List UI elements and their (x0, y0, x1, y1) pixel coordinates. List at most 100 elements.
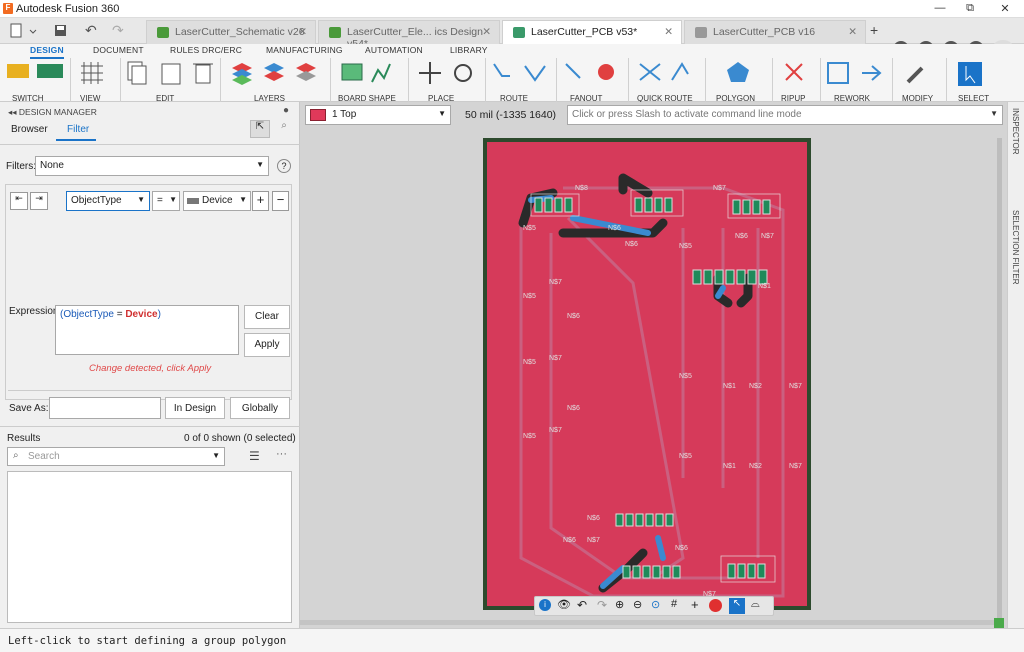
close-tab-icon[interactable]: ✕ (298, 26, 307, 38)
zoom-in-icon[interactable]: ⊕ (615, 598, 624, 611)
redo-view-icon[interactable]: ↷ (597, 598, 607, 612)
expression-box[interactable]: (ObjectType = Device) (55, 305, 239, 355)
grid-toggle-icon[interactable]: # (671, 598, 677, 610)
save-globally-button[interactable]: Globally (230, 397, 290, 419)
pcb-board[interactable]: N$8 N$7 N$6 N$5 N$5 N$7 N$6 N$7 N$5 N$7 … (483, 138, 811, 610)
ribbon-tab-automation[interactable]: AUTOMATION (365, 45, 423, 55)
ribbon-tab-manufacturing[interactable]: MANUFACTURING (266, 45, 343, 55)
filters-value: None (40, 160, 64, 171)
help-circle-icon[interactable]: ? (277, 159, 291, 173)
layer-color-swatch (310, 109, 326, 121)
add-rule-button[interactable]: + (252, 191, 269, 211)
net-label: N$6 (563, 537, 576, 544)
save-icon[interactable] (52, 22, 70, 40)
vertical-scrollbar[interactable] (997, 138, 1002, 618)
route-icon (493, 63, 546, 82)
quick-route-icon (639, 62, 689, 81)
file-menu-icon[interactable] (6, 22, 46, 40)
rule-value-select[interactable]: Device ▼ (183, 191, 251, 211)
select-mode-icon[interactable]: ↖ (729, 598, 745, 614)
apply-button[interactable]: Apply (244, 333, 290, 357)
tab-pcb-active[interactable]: LaserCutter_PCB v53* ✕ (502, 20, 682, 44)
restore-icon[interactable]: ⧉ (960, 2, 980, 15)
tab-browser[interactable]: Browser (11, 124, 48, 135)
stop-icon[interactable] (709, 599, 722, 612)
net-label: N$6 (675, 545, 688, 552)
select-filter-icon[interactable]: ⇱ (250, 120, 270, 138)
net-label: N$7 (761, 233, 774, 240)
active-tab-underline (56, 139, 96, 141)
ripup-icon (785, 63, 803, 81)
net-label: N$6 (735, 233, 748, 240)
more-options-icon[interactable]: ··· (276, 448, 287, 460)
lasso-icon[interactable]: ⌓ (751, 598, 760, 611)
minimize-icon[interactable]: — (930, 2, 950, 14)
tab-electronics-design[interactable]: LaserCutter_Ele... ics Design v54* ✕ (318, 20, 500, 50)
undo-view-icon[interactable]: ↶ (577, 598, 587, 612)
panel-pin-icon[interactable]: ● (283, 105, 289, 116)
delete-icon (193, 63, 213, 84)
eye-icon[interactable]: 👁 (557, 598, 571, 611)
tab-pcb-v16[interactable]: LaserCutter_PCB v16 ✕ (684, 20, 866, 44)
chevron-down-icon: ▼ (137, 195, 145, 204)
close-tab-icon[interactable]: ✕ (664, 26, 673, 38)
indent-left-icon[interactable]: ⇤ (10, 192, 28, 210)
zoom-fit-icon[interactable]: ⊙ (651, 598, 660, 611)
rule-field-select[interactable]: ObjectType ▼ (66, 191, 150, 211)
close-window-icon[interactable]: ✕ (995, 2, 1015, 15)
ribbon-tab-document[interactable]: DOCUMENT (93, 45, 144, 55)
rule-operator-select[interactable]: = ▼ (152, 191, 180, 211)
clear-button[interactable]: Clear (244, 305, 290, 329)
expression-close: ) (157, 309, 161, 320)
horizontal-scrollbar[interactable] (300, 620, 1000, 625)
command-line-input[interactable]: Click or press Slash to activate command… (567, 105, 1003, 125)
expression-value: Device (125, 309, 158, 320)
inspector-tab[interactable]: INSPECTOR (1011, 108, 1020, 155)
crosshair-icon[interactable]: + (691, 597, 699, 612)
device-icon (187, 198, 199, 204)
net-label: N$7 (549, 427, 562, 434)
filters-select[interactable]: None ▼ (35, 156, 269, 176)
ribbon-toolbar: DESIGN DOCUMENT RULES DRC/ERC MANUFACTUR… (0, 44, 1024, 103)
ribbon-tab-rules[interactable]: RULES DRC/ERC (170, 45, 242, 55)
remove-rule-button[interactable]: − (272, 191, 289, 211)
title-bar: F Autodesk Fusion 360 — ⧉ ✕ (0, 0, 1024, 18)
new-tab-icon[interactable]: + (870, 22, 878, 38)
net-label: N$7 (789, 383, 802, 390)
zoom-filter-icon[interactable]: ⌕ (274, 120, 294, 138)
rule-field-value: ObjectType (71, 195, 122, 206)
net-label: N$5 (523, 293, 536, 300)
undo-icon[interactable]: ↶ (85, 22, 97, 39)
ribbon-tab-library[interactable]: LIBRARY (450, 45, 488, 55)
fanout-icon (565, 63, 614, 80)
results-search[interactable]: ⌕ Search ▼ (7, 447, 225, 466)
close-tab-icon[interactable]: ✕ (848, 26, 857, 38)
net-label: N$7 (549, 355, 562, 362)
divider (8, 390, 292, 391)
indent-right-icon[interactable]: ⇥ (30, 192, 48, 210)
selection-filter-tab[interactable]: SELECTION FILTER (1011, 210, 1020, 285)
results-list[interactable] (7, 471, 292, 623)
ribbon-tab-design[interactable]: DESIGN (30, 45, 64, 59)
ribbon-icons (7, 61, 982, 86)
window-title: Autodesk Fusion 360 (16, 3, 120, 15)
select-icon (958, 62, 982, 86)
zoom-out-icon[interactable]: ⊖ (633, 598, 642, 611)
pcb-canvas[interactable]: 1 Top ▼ 50 mil (-1335 1640) Click or pre… (300, 102, 1007, 628)
copy-icon (127, 61, 147, 85)
navigation-bar: i 👁 ↶ ↷ ⊕ ⊖ ⊙ # + ↖ ⌓ (534, 596, 774, 616)
layers-icon (232, 63, 316, 85)
chevron-down-icon: ▼ (256, 160, 264, 169)
info-icon[interactable]: i (539, 599, 551, 611)
tab-schematic[interactable]: LaserCutter_Schematic v26 ✕ (146, 20, 316, 44)
net-label: N$6 (608, 225, 621, 232)
status-message: Left-click to start defining a group pol… (8, 635, 287, 647)
save-as-input[interactable] (49, 397, 161, 419)
close-tab-icon[interactable]: ✕ (482, 26, 491, 38)
layer-select[interactable]: 1 Top ▼ (305, 105, 451, 125)
tab-filter[interactable]: Filter (67, 124, 89, 135)
list-view-icon[interactable]: ☰ (249, 449, 260, 463)
redo-icon[interactable]: ↷ (112, 22, 124, 39)
net-label: N$6 (567, 313, 580, 320)
save-in-design-button[interactable]: In Design (165, 397, 225, 419)
